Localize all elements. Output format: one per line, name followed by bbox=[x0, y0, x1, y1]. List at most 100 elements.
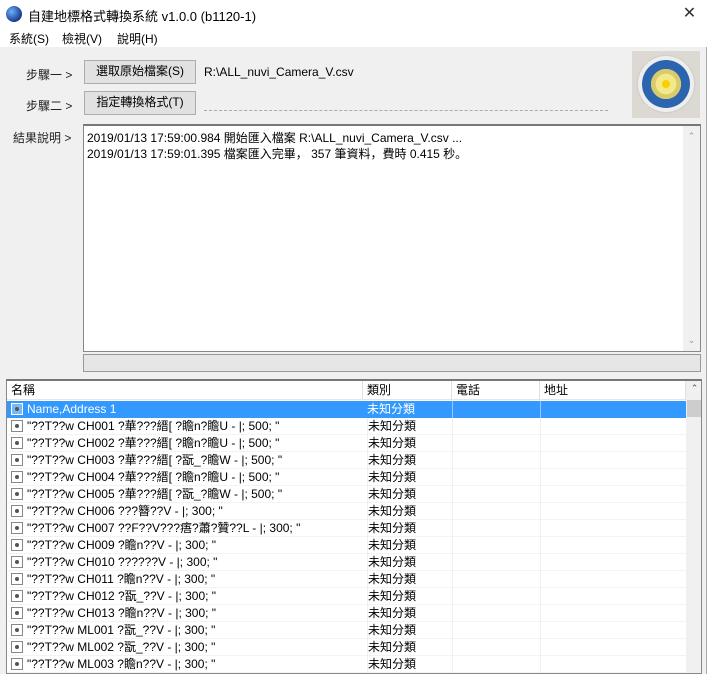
log-scrollbar[interactable]: ⌃ ⌄ bbox=[683, 126, 700, 351]
cell-phone bbox=[452, 571, 540, 588]
cell-name: "??T??w CH001 ?華???縉[ ?瞻n?瞻U - |; 500; " bbox=[27, 419, 280, 433]
cell-category: 未知分類 bbox=[367, 402, 416, 416]
cell-address bbox=[540, 452, 686, 469]
table-row[interactable]: "??T??w ML001 ?翫_??V - |; 300; " 未知分類 bbox=[7, 622, 686, 639]
window-title: 自建地標格式轉換系統 v1.0.0 (b1120-1) bbox=[28, 9, 257, 24]
cell-phone bbox=[452, 435, 540, 452]
cell-name: "??T??w CH009 ?瞻n??V - |; 300; " bbox=[27, 538, 217, 552]
cell-address bbox=[540, 418, 686, 435]
poi-icon bbox=[11, 641, 23, 653]
table-row[interactable]: "??T??w CH005 ?華???縉[ ?翫_?瞻W - |; 500; "… bbox=[7, 486, 686, 503]
cell-category: 未知分類 bbox=[367, 656, 452, 673]
poi-icon bbox=[11, 505, 23, 517]
log-line: 2019/01/13 17:59:01.395 檔案匯入完畢， 357 筆資料，… bbox=[87, 147, 468, 161]
poi-icon bbox=[11, 573, 23, 585]
poi-icon bbox=[11, 471, 23, 483]
menu-system[interactable]: 系統(S) bbox=[9, 30, 49, 47]
cell-category: 未知分類 bbox=[367, 622, 452, 639]
poi-icon bbox=[11, 488, 23, 500]
cell-category: 未知分類 bbox=[367, 452, 452, 469]
table-row[interactable]: "??T??w CH009 ?瞻n??V - |; 300; " 未知分類 bbox=[7, 537, 686, 554]
scroll-up-icon[interactable]: ⌃ bbox=[686, 383, 701, 394]
cell-address bbox=[540, 486, 686, 503]
cell-phone bbox=[452, 418, 540, 435]
cell-category: 未知分類 bbox=[367, 469, 452, 486]
cell-category: 未知分類 bbox=[367, 435, 452, 452]
cell-category: 未知分類 bbox=[367, 571, 452, 588]
cell-address bbox=[540, 469, 686, 486]
cell-address bbox=[540, 656, 686, 673]
table-row[interactable]: "??T??w CH010 ??????V - |; 300; " 未知分類 bbox=[7, 554, 686, 571]
table-row[interactable]: "??T??w CH002 ?華???縉[ ?瞻n?瞻U - |; 500; "… bbox=[7, 435, 686, 452]
cell-name: "??T??w CH005 ?華???縉[ ?翫_?瞻W - |; 500; " bbox=[27, 487, 283, 501]
poi-icon bbox=[11, 607, 23, 619]
table-row[interactable]: "??T??w CH004 ?華???縉[ ?瞻n?瞻U - |; 500; "… bbox=[7, 469, 686, 486]
scrollbar-thumb[interactable] bbox=[687, 400, 701, 417]
close-button[interactable]: ✕ bbox=[672, 0, 707, 28]
table-row[interactable]: "??T??w ML002 ?翫_??V - |; 300; " 未知分類 bbox=[7, 639, 686, 656]
select-source-file-button[interactable]: 選取原始檔案(S) bbox=[84, 60, 196, 84]
poi-icon bbox=[11, 437, 23, 449]
cell-name: "??T??w CH003 ?華???縉[ ?翫_?瞻W - |; 500; " bbox=[27, 453, 283, 467]
app-window: 自建地標格式轉換系統 v1.0.0 (b1120-1) ✕ 系統(S) 檢視(V… bbox=[0, 0, 707, 674]
progress-bar bbox=[83, 354, 701, 372]
table-row[interactable]: "??T??w ML003 ?瞻n??V - |; 300; " 未知分類 bbox=[7, 656, 686, 673]
cell-name: "??T??w CH013 ?瞻n??V - |; 300; " bbox=[27, 606, 217, 620]
table-row[interactable]: "??T??w CH003 ?華???縉[ ?翫_?瞻W - |; 500; "… bbox=[7, 452, 686, 469]
result-label: 結果說明 > bbox=[13, 131, 72, 145]
cell-category: 未知分類 bbox=[367, 588, 452, 605]
table-scrollbar[interactable]: ⌃ bbox=[686, 381, 701, 673]
cell-category: 未知分類 bbox=[367, 605, 452, 622]
cell-category: 未知分類 bbox=[367, 486, 452, 503]
table-row[interactable]: "??T??w CH006 ???簪??V - |; 300; " 未知分類 bbox=[7, 503, 686, 520]
table-row[interactable]: Name,Address 1 未知分類 bbox=[7, 401, 686, 418]
cell-name: "??T??w CH012 ?翫_??V - |; 300; " bbox=[27, 589, 217, 603]
cell-phone bbox=[452, 537, 540, 554]
poi-icon bbox=[11, 420, 23, 432]
cell-name: "??T??w CH002 ?華???縉[ ?瞻n?瞻U - |; 500; " bbox=[27, 436, 280, 450]
scroll-down-icon[interactable]: ⌄ bbox=[683, 332, 700, 349]
table-row[interactable]: "??T??w CH013 ?瞻n??V - |; 300; " 未知分類 bbox=[7, 605, 686, 622]
cell-category: 未知分類 bbox=[367, 554, 452, 571]
cell-address bbox=[540, 571, 686, 588]
specify-format-button[interactable]: 指定轉換格式(T) bbox=[84, 91, 196, 115]
cell-phone bbox=[452, 452, 540, 469]
poi-icon bbox=[11, 522, 23, 534]
cell-phone bbox=[452, 639, 540, 656]
cell-category: 未知分類 bbox=[367, 537, 452, 554]
menu-view[interactable]: 檢視(V) bbox=[62, 30, 102, 47]
table-row[interactable]: "??T??w CH012 ?翫_??V - |; 300; " 未知分類 bbox=[7, 588, 686, 605]
app-globe-icon bbox=[6, 6, 22, 22]
compass-logo bbox=[632, 51, 700, 118]
cell-address bbox=[540, 639, 686, 656]
cell-phone bbox=[452, 622, 540, 639]
step2-label: 步驟二 > bbox=[26, 99, 73, 113]
step1-label: 步驟一 > bbox=[26, 68, 73, 82]
column-header-category[interactable]: 類別 bbox=[363, 381, 452, 400]
cell-name: "??T??w ML002 ?翫_??V - |; 300; " bbox=[27, 640, 216, 654]
cell-address bbox=[540, 554, 686, 571]
cell-phone bbox=[452, 469, 540, 486]
cell-category: 未知分類 bbox=[367, 503, 452, 520]
table-row[interactable]: "??T??w CH007 ??F??V???痦?蕭?贊??L - |; 300… bbox=[7, 520, 686, 537]
cell-phone bbox=[452, 503, 540, 520]
cell-phone bbox=[452, 520, 540, 537]
poi-icon bbox=[11, 624, 23, 636]
menu-help[interactable]: 說明(H) bbox=[117, 30, 158, 47]
cell-phone bbox=[452, 486, 540, 503]
table-row[interactable]: "??T??w CH001 ?華???縉[ ?瞻n?瞻U - |; 500; "… bbox=[7, 418, 686, 435]
cell-phone bbox=[452, 605, 540, 622]
column-header-address[interactable]: 地址 bbox=[540, 381, 686, 400]
table-row[interactable]: "??T??w CH011 ?瞻n??V - |; 300; " 未知分類 bbox=[7, 571, 686, 588]
title-bar: 自建地標格式轉換系統 v1.0.0 (b1120-1) ✕ bbox=[0, 0, 707, 28]
source-file-path: R:\ALL_nuvi_Camera_V.csv bbox=[204, 65, 354, 79]
column-header-phone[interactable]: 電話 bbox=[452, 381, 540, 400]
cell-address bbox=[540, 605, 686, 622]
scroll-up-icon[interactable]: ⌃ bbox=[683, 128, 700, 145]
result-log[interactable]: 2019/01/13 17:59:00.984 開始匯入檔案 R:\ALL_nu… bbox=[83, 124, 701, 352]
poi-icon bbox=[11, 658, 23, 670]
cell-category: 未知分類 bbox=[367, 520, 452, 537]
poi-icon bbox=[11, 556, 23, 568]
cell-phone bbox=[452, 656, 540, 673]
column-header-name[interactable]: 名稱 bbox=[7, 381, 363, 400]
